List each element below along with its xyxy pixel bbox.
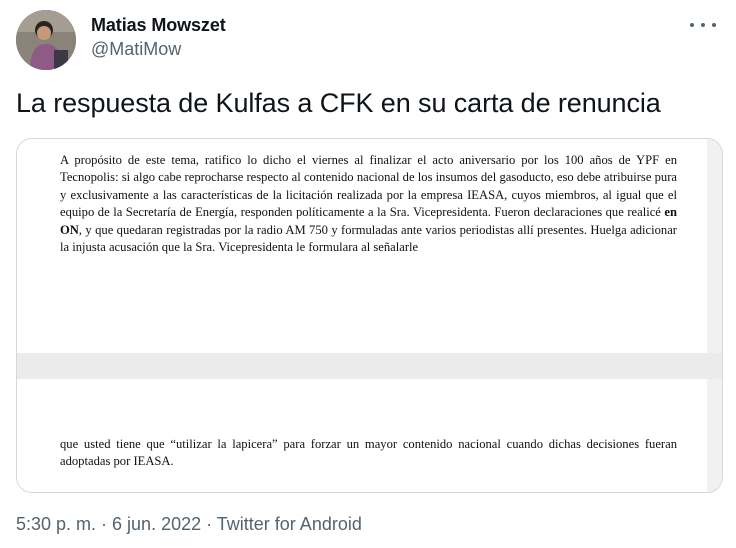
document-page-gap: [17, 353, 722, 379]
document-text: , y que quedaran registradas por la radi…: [60, 222, 677, 255]
document-paragraph: que usted tiene que “utilizar la lapicer…: [60, 437, 677, 469]
more-dot: [690, 23, 694, 27]
tweet-header: Matias Mowszet @MatiMow: [16, 8, 720, 70]
document-text: A propósito de este tema, ratifico lo di…: [60, 153, 677, 220]
avatar[interactable]: [16, 10, 76, 70]
more-dot: [712, 23, 716, 27]
document-scrollbar: [707, 379, 722, 492]
document-paragraph: A propósito de este tema, ratifico lo di…: [60, 152, 677, 256]
document-scrollbar: [707, 139, 722, 353]
tweet-text: La respuesta de Kulfas a CFK en su carta…: [16, 88, 661, 118]
more-options-icon[interactable]: [690, 18, 716, 32]
tweet-timestamp[interactable]: 5:30 p. m. · 6 jun. 2022 · Twitter for A…: [16, 514, 362, 535]
author-handle[interactable]: @MatiMow: [91, 39, 181, 60]
tweet-media-image[interactable]: A propósito de este tema, ratifico lo di…: [16, 138, 723, 493]
author-name[interactable]: Matias Mowszet: [91, 15, 226, 36]
more-dot: [701, 23, 705, 27]
